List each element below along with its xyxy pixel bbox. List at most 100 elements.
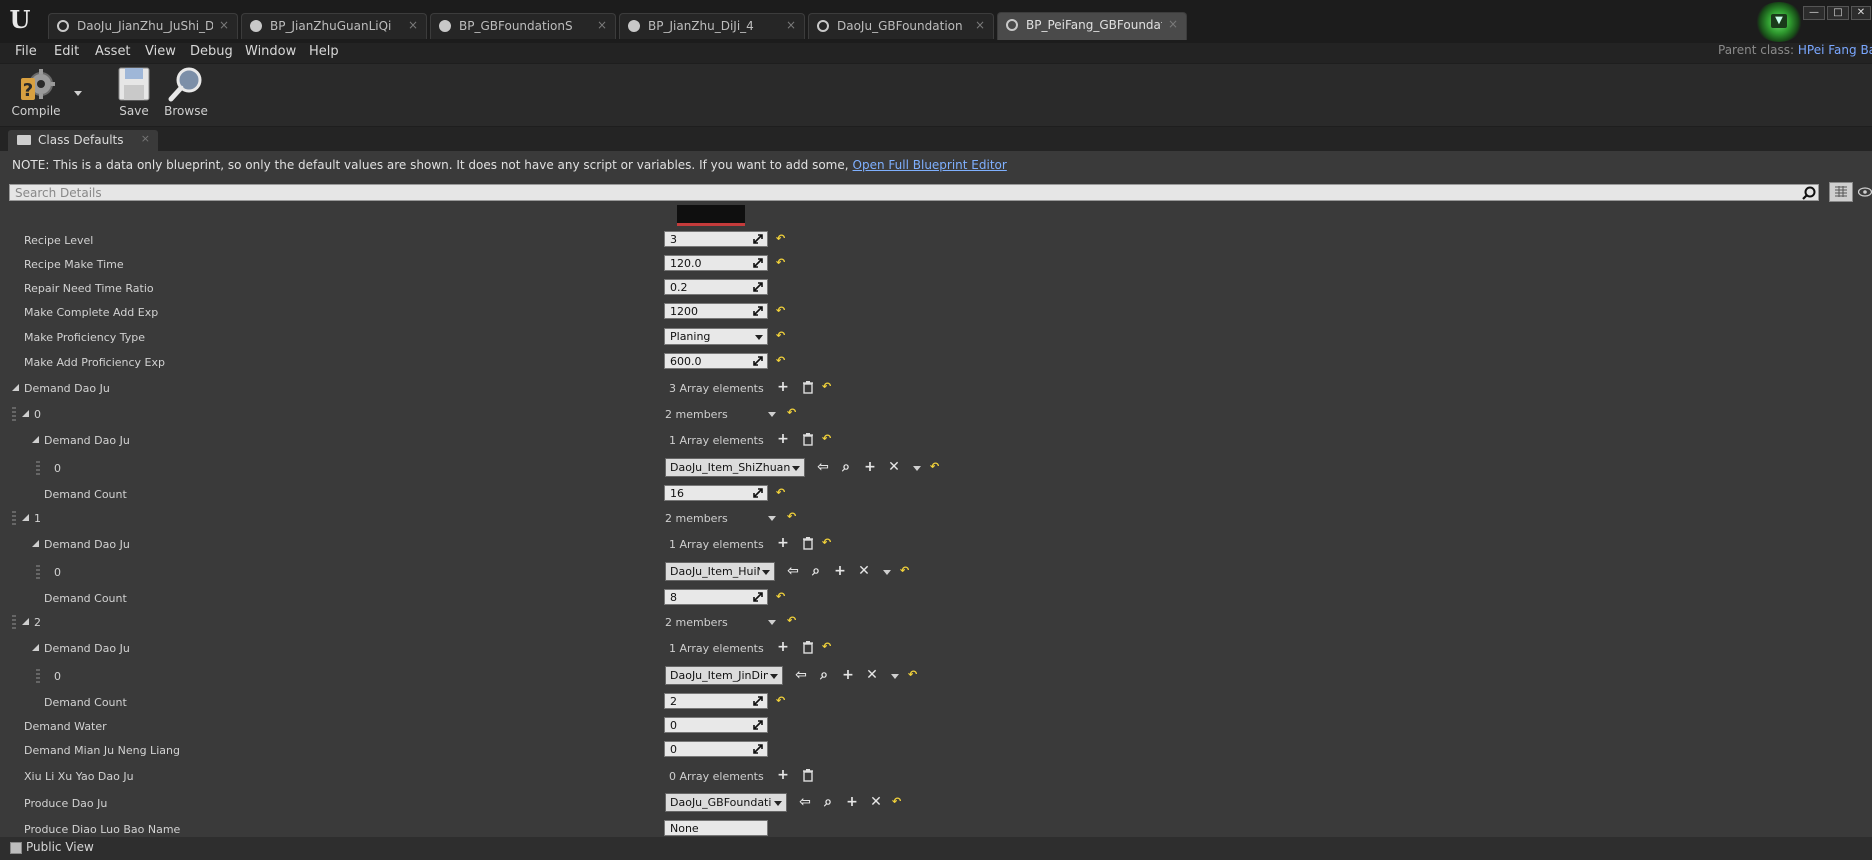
browse-search-icon[interactable]: ⌕ [817, 668, 831, 682]
chevron-down-icon[interactable] [913, 466, 921, 471]
view-options-button[interactable] [1829, 182, 1853, 202]
insert-plus-icon[interactable]: + [833, 564, 847, 578]
add-element-plus-icon[interactable]: + [776, 380, 790, 394]
tab-class-defaults[interactable]: Class Defaults × [8, 130, 158, 151]
asset-picker[interactable]: DaoJu_Item_HuiNi [665, 562, 775, 581]
reset-to-default-icon[interactable]: ↶ [892, 796, 904, 808]
make-proficiency-type-select[interactable]: Planing [664, 328, 768, 345]
compile-options-chevron-down-icon[interactable] [74, 91, 82, 96]
close-window-button[interactable]: ✕ [1851, 6, 1871, 20]
make-complete-add-exp-field[interactable]: 1200 [664, 303, 768, 319]
reset-to-default-icon[interactable]: ↶ [930, 461, 942, 473]
reset-to-default-icon[interactable]: ↶ [776, 591, 788, 603]
drag-handle-icon[interactable] [12, 407, 16, 421]
reset-to-default-icon[interactable]: ↶ [900, 565, 912, 577]
reset-to-default-icon[interactable]: ↶ [787, 615, 799, 627]
clear-x-icon[interactable]: ✕ [857, 564, 871, 578]
save-button[interactable]: Save [112, 66, 156, 118]
browse-search-icon[interactable]: ⌕ [839, 460, 853, 474]
trash-icon[interactable] [801, 380, 815, 394]
clear-x-icon[interactable]: ✕ [865, 668, 879, 682]
clear-x-icon[interactable]: ✕ [869, 795, 883, 809]
insert-plus-icon[interactable]: + [845, 795, 859, 809]
tab-close-icon[interactable]: × [1168, 17, 1178, 31]
source-control-icon[interactable]: ▼ [1754, 2, 1804, 42]
reset-to-default-icon[interactable]: ↶ [822, 381, 834, 393]
browse-search-icon[interactable]: ⌕ [809, 564, 823, 578]
tab-bp-peifang-gbfoundation[interactable]: BP_PeiFang_GBFoundati × [997, 12, 1187, 40]
demand-water-field[interactable]: 0 [664, 717, 768, 733]
reset-to-default-icon[interactable]: ↶ [822, 433, 834, 445]
insert-plus-icon[interactable]: + [863, 460, 877, 474]
insert-plus-icon[interactable]: + [841, 668, 855, 682]
chevron-down-icon[interactable] [768, 620, 776, 625]
demand-count-field[interactable]: 16 [664, 485, 768, 501]
eye-icon[interactable] [1858, 187, 1872, 197]
collapse-arrow-icon[interactable] [32, 540, 39, 547]
reset-to-default-icon[interactable]: ↶ [776, 355, 788, 367]
open-full-blueprint-editor-link[interactable]: Open Full Blueprint Editor [853, 158, 1007, 172]
reset-to-default-icon[interactable]: ↶ [822, 641, 834, 653]
maximize-button[interactable]: □ [1827, 6, 1849, 20]
tab-bp-gbfoundations[interactable]: BP_GBFoundationS × [430, 13, 616, 39]
drag-handle-icon[interactable] [36, 669, 40, 683]
reset-to-default-icon[interactable]: ↶ [908, 669, 920, 681]
demand-count-field[interactable]: 8 [664, 589, 768, 605]
chevron-down-icon[interactable] [768, 516, 776, 521]
tab-close-icon[interactable]: × [786, 18, 796, 32]
use-selected-arrow-left-icon[interactable]: ⇦ [794, 668, 808, 682]
drag-handle-icon[interactable] [36, 565, 40, 579]
tab-close-icon[interactable]: × [408, 18, 418, 32]
chevron-down-icon[interactable] [883, 570, 891, 575]
menu-help[interactable]: Help [309, 44, 339, 59]
browse-search-icon[interactable]: ⌕ [821, 795, 835, 809]
asset-picker[interactable]: DaoJu_Item_JinDing [665, 666, 783, 685]
reset-to-default-icon[interactable]: ↶ [787, 511, 799, 523]
demand-mian-ju-field[interactable]: 0 [664, 741, 768, 757]
collapse-arrow-icon[interactable] [32, 644, 39, 651]
menu-edit[interactable]: Edit [54, 44, 79, 59]
search-icon[interactable] [1802, 186, 1816, 200]
tab-close-icon[interactable]: × [597, 18, 607, 32]
compile-button[interactable]: ? Compile [10, 66, 62, 118]
repair-need-time-ratio-field[interactable]: 0.2 [664, 279, 768, 295]
public-view-checkbox[interactable] [10, 842, 22, 854]
reset-to-default-icon[interactable]: ↶ [787, 407, 799, 419]
tab-daoju-gbfoundation[interactable]: DaoJu_GBFoundation × [808, 13, 994, 39]
collapse-arrow-icon[interactable] [22, 618, 29, 625]
reset-to-default-icon[interactable]: ↶ [776, 257, 788, 269]
tab-bp-jianzhuguanliqi[interactable]: BP_JianZhuGuanLiQi × [241, 13, 427, 39]
unreal-logo-icon[interactable]: U [6, 6, 34, 34]
clear-x-icon[interactable]: ✕ [887, 460, 901, 474]
produce-diao-luo-bao-name-field[interactable]: None [664, 820, 768, 836]
collapse-arrow-icon[interactable] [32, 436, 39, 443]
asset-thumbnail[interactable] [677, 205, 745, 226]
reset-to-default-icon[interactable]: ↶ [822, 537, 834, 549]
recipe-make-time-field[interactable]: 120.0 [664, 255, 768, 271]
collapse-arrow-icon[interactable] [22, 410, 29, 417]
tab-close-icon[interactable]: × [219, 18, 229, 32]
menu-asset[interactable]: Asset [95, 44, 131, 59]
menu-view[interactable]: View [145, 44, 176, 59]
trash-icon[interactable] [801, 768, 815, 782]
add-element-plus-icon[interactable]: + [776, 768, 790, 782]
chevron-down-icon[interactable] [891, 674, 899, 679]
trash-icon[interactable] [801, 432, 815, 446]
menu-file[interactable]: File [15, 44, 37, 59]
asset-picker[interactable]: DaoJu_GBFoundation [665, 793, 787, 812]
reset-to-default-icon[interactable]: ↶ [776, 330, 788, 342]
menu-debug[interactable]: Debug [190, 44, 233, 59]
add-element-plus-icon[interactable]: + [776, 432, 790, 446]
use-selected-arrow-left-icon[interactable]: ⇦ [816, 460, 830, 474]
collapse-arrow-icon[interactable] [22, 514, 29, 521]
tab-bp-jianzhu-diji[interactable]: BP_JianZhu_DiJi_4 × [619, 13, 805, 39]
menu-window[interactable]: Window [245, 44, 296, 59]
demand-count-field[interactable]: 2 [664, 693, 768, 709]
drag-handle-icon[interactable] [12, 511, 16, 525]
tab-daoju-jianzhu-jushi[interactable]: DaoJu_JianZhu_JuShi_Di × [48, 13, 238, 39]
minimize-button[interactable]: — [1803, 6, 1825, 20]
use-selected-arrow-left-icon[interactable]: ⇦ [786, 564, 800, 578]
parent-class-link[interactable]: HPei Fang Ba [1798, 43, 1872, 57]
reset-to-default-icon[interactable]: ↶ [776, 695, 788, 707]
asset-picker[interactable]: DaoJu_Item_ShiZhuan_2 [665, 458, 805, 477]
